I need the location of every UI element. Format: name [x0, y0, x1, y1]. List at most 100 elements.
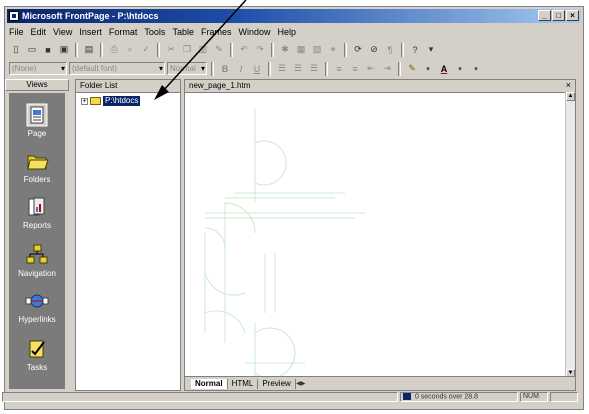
- menu-file[interactable]: File: [9, 27, 24, 37]
- maximize-button[interactable]: □: [552, 10, 565, 21]
- new-page-icon[interactable]: ▯: [9, 43, 23, 57]
- views-item-page[interactable]: Page: [9, 103, 65, 138]
- folder-list-icon[interactable]: ▤: [82, 43, 96, 57]
- views-item-tasks[interactable]: Tasks: [9, 337, 65, 372]
- toolbar-separator: [398, 61, 401, 76]
- stop-icon[interactable]: ⊘: [367, 43, 381, 57]
- views-item-navigation[interactable]: Navigation: [9, 243, 65, 278]
- status-cell-empty: [550, 392, 578, 402]
- underline-icon[interactable]: U: [250, 62, 264, 76]
- font-dropdown[interactable]: (default font): [69, 62, 165, 75]
- help-icon[interactable]: ?: [408, 43, 422, 57]
- paste-icon[interactable]: ▥: [196, 43, 210, 57]
- menu-window[interactable]: Window: [238, 27, 270, 37]
- minimize-button[interactable]: _: [538, 10, 551, 21]
- toolbar-options-chevron-down-icon[interactable]: ▾: [424, 43, 438, 57]
- bold-icon[interactable]: B: [218, 62, 232, 76]
- views-item-label: Page: [27, 129, 47, 138]
- expand-plus-icon[interactable]: +: [81, 97, 88, 105]
- folder-tree-root[interactable]: + P:\htdocs: [81, 96, 141, 106]
- format-painter-icon[interactable]: ✎: [212, 43, 226, 57]
- views-item-hyperlinks[interactable]: Hyperlinks: [9, 289, 65, 324]
- frontpage-app-icon[interactable]: [9, 11, 19, 21]
- views-item-label: Navigation: [18, 269, 56, 278]
- menu-view[interactable]: View: [53, 27, 72, 37]
- redo-icon[interactable]: ↷: [253, 43, 267, 57]
- numbering-icon[interactable]: ≡: [332, 62, 346, 76]
- views-item-label: Hyperlinks: [18, 315, 56, 324]
- hyperlink-icon[interactable]: ⚭: [326, 43, 340, 57]
- insert-component-icon[interactable]: ✱: [278, 43, 292, 57]
- toolbar-separator: [268, 61, 271, 76]
- menu-insert[interactable]: Insert: [79, 27, 102, 37]
- folder-icon: [90, 97, 101, 105]
- open-icon[interactable]: ▭: [25, 43, 39, 57]
- toolbar-separator: [230, 42, 233, 57]
- menu-table[interactable]: Table: [172, 27, 194, 37]
- bullets-icon[interactable]: ≡: [348, 62, 362, 76]
- tabs-scroll-icon[interactable]: ◀▶: [296, 379, 306, 389]
- highlight-color-icon[interactable]: ✎: [405, 62, 419, 76]
- views-item-label: Tasks: [26, 363, 48, 372]
- toolbar-options-chevron-down-icon[interactable]: ▾: [469, 62, 483, 76]
- publish-icon[interactable]: ▣: [57, 43, 71, 57]
- refresh-icon[interactable]: ⟳: [351, 43, 365, 57]
- tab-html[interactable]: HTML: [228, 378, 259, 389]
- window-title: Microsoft FrontPage - P:\htdocs: [22, 11, 159, 21]
- font-color-chevron-down-icon[interactable]: ▾: [453, 62, 467, 76]
- tab-preview[interactable]: Preview: [258, 378, 296, 389]
- status-message: [2, 392, 398, 402]
- scroll-up-arrow-icon[interactable]: ▲: [566, 92, 575, 101]
- folder-list-header: Folder List: [76, 80, 180, 93]
- page-background-watermark: [204, 108, 365, 376]
- menu-help[interactable]: Help: [277, 27, 296, 37]
- folders-icon: [27, 155, 49, 170]
- hyperlinks-icon: [25, 294, 49, 308]
- menu-frames[interactable]: Frames: [201, 27, 232, 37]
- close-icon[interactable]: ×: [566, 80, 571, 91]
- editor-tab[interactable]: new_page_1.htm ×: [185, 80, 575, 93]
- menu-edit[interactable]: Edit: [31, 27, 47, 37]
- standard-toolbar: ▯ ▭ ■ ▣ ▤ ⎙ ⌕ ✓ ✂ ❐ ▥ ✎ ↶ ↷ ✱ ▦ ▨ ⚭ ⟳ ⊘ …: [9, 41, 438, 58]
- folder-tree-root-label[interactable]: P:\htdocs: [103, 96, 141, 106]
- insert-table-icon[interactable]: ▦: [294, 43, 308, 57]
- copy-icon[interactable]: ❐: [180, 43, 194, 57]
- toolbar-separator: [100, 42, 103, 57]
- views-item-reports[interactable]: Reports: [9, 195, 65, 230]
- views-item-folders[interactable]: Folders: [9, 149, 65, 184]
- page-editor[interactable]: new_page_1.htm × ▲ ▼ Normal HTML Preview…: [184, 79, 576, 391]
- decrease-indent-icon[interactable]: ⇤: [364, 62, 378, 76]
- save-icon[interactable]: ■: [41, 43, 55, 57]
- align-left-icon[interactable]: ☰: [275, 62, 289, 76]
- show-all-icon[interactable]: ¶: [383, 43, 397, 57]
- insert-picture-icon[interactable]: ▨: [310, 43, 324, 57]
- tab-normal[interactable]: Normal: [191, 378, 228, 389]
- toolbar-separator: [271, 42, 274, 57]
- menu-tools[interactable]: Tools: [144, 27, 165, 37]
- spelling-icon[interactable]: ✓: [139, 43, 153, 57]
- style-dropdown[interactable]: (None): [9, 62, 67, 75]
- editor-file-name: new_page_1.htm: [189, 81, 251, 90]
- folder-list-panel: Folder List + P:\htdocs: [75, 79, 181, 391]
- download-time-panel: 0 seconds over 28.8: [400, 392, 518, 402]
- print-icon[interactable]: ⎙: [107, 43, 121, 57]
- align-center-icon[interactable]: ☰: [291, 62, 305, 76]
- italic-icon[interactable]: I: [234, 62, 248, 76]
- toolbar-separator: [344, 42, 347, 57]
- toolbar-separator: [75, 42, 78, 57]
- cut-icon[interactable]: ✂: [164, 43, 178, 57]
- increase-indent-icon[interactable]: ⇥: [380, 62, 394, 76]
- font-color-icon[interactable]: A: [437, 62, 451, 76]
- close-button[interactable]: ×: [566, 10, 579, 21]
- title-bar[interactable]: Microsoft FrontPage - P:\htdocs _ □ ×: [7, 9, 581, 23]
- print-preview-icon[interactable]: ⌕: [123, 43, 137, 57]
- menu-format[interactable]: Format: [109, 27, 138, 37]
- status-bar: 0 seconds over 28.8 NUM: [2, 392, 578, 402]
- tasks-icon: [29, 340, 45, 358]
- undo-icon[interactable]: ↶: [237, 43, 251, 57]
- vertical-scrollbar[interactable]: ▲ ▼: [565, 92, 575, 378]
- toolbar-separator: [401, 42, 404, 57]
- align-right-icon[interactable]: ☰: [307, 62, 321, 76]
- highlight-chevron-down-icon[interactable]: ▾: [421, 62, 435, 76]
- font-size-dropdown[interactable]: Normal: [167, 62, 207, 75]
